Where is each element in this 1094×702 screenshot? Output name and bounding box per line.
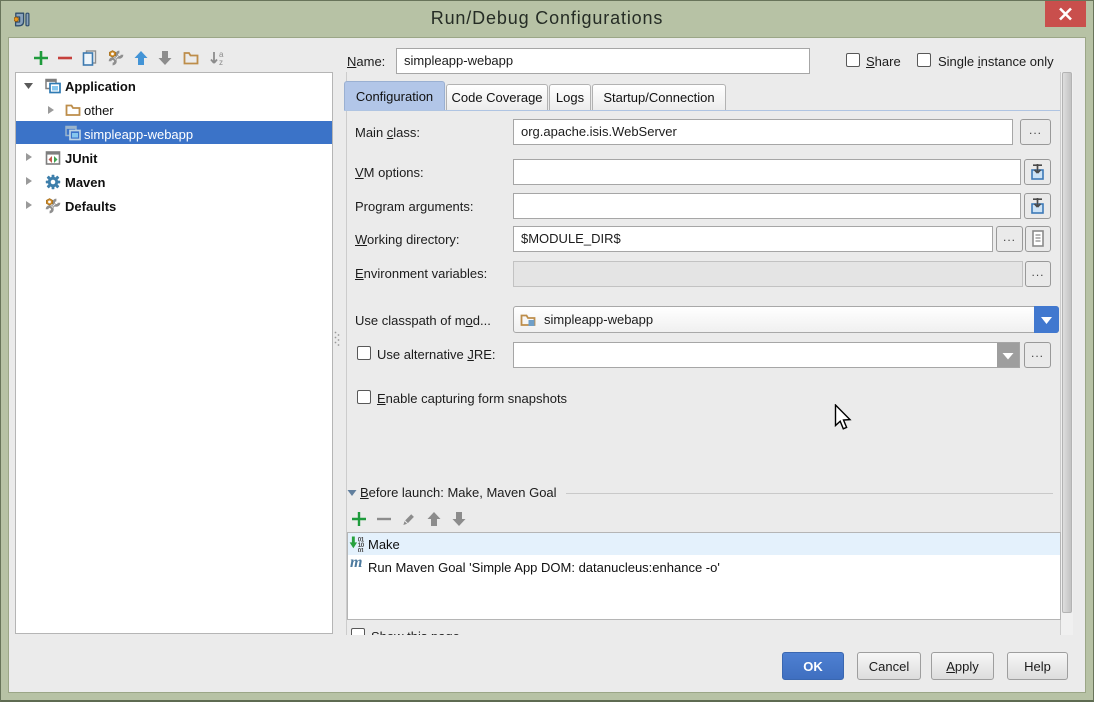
svg-text:01: 01	[358, 547, 365, 552]
svg-text:z: z	[219, 58, 223, 66]
